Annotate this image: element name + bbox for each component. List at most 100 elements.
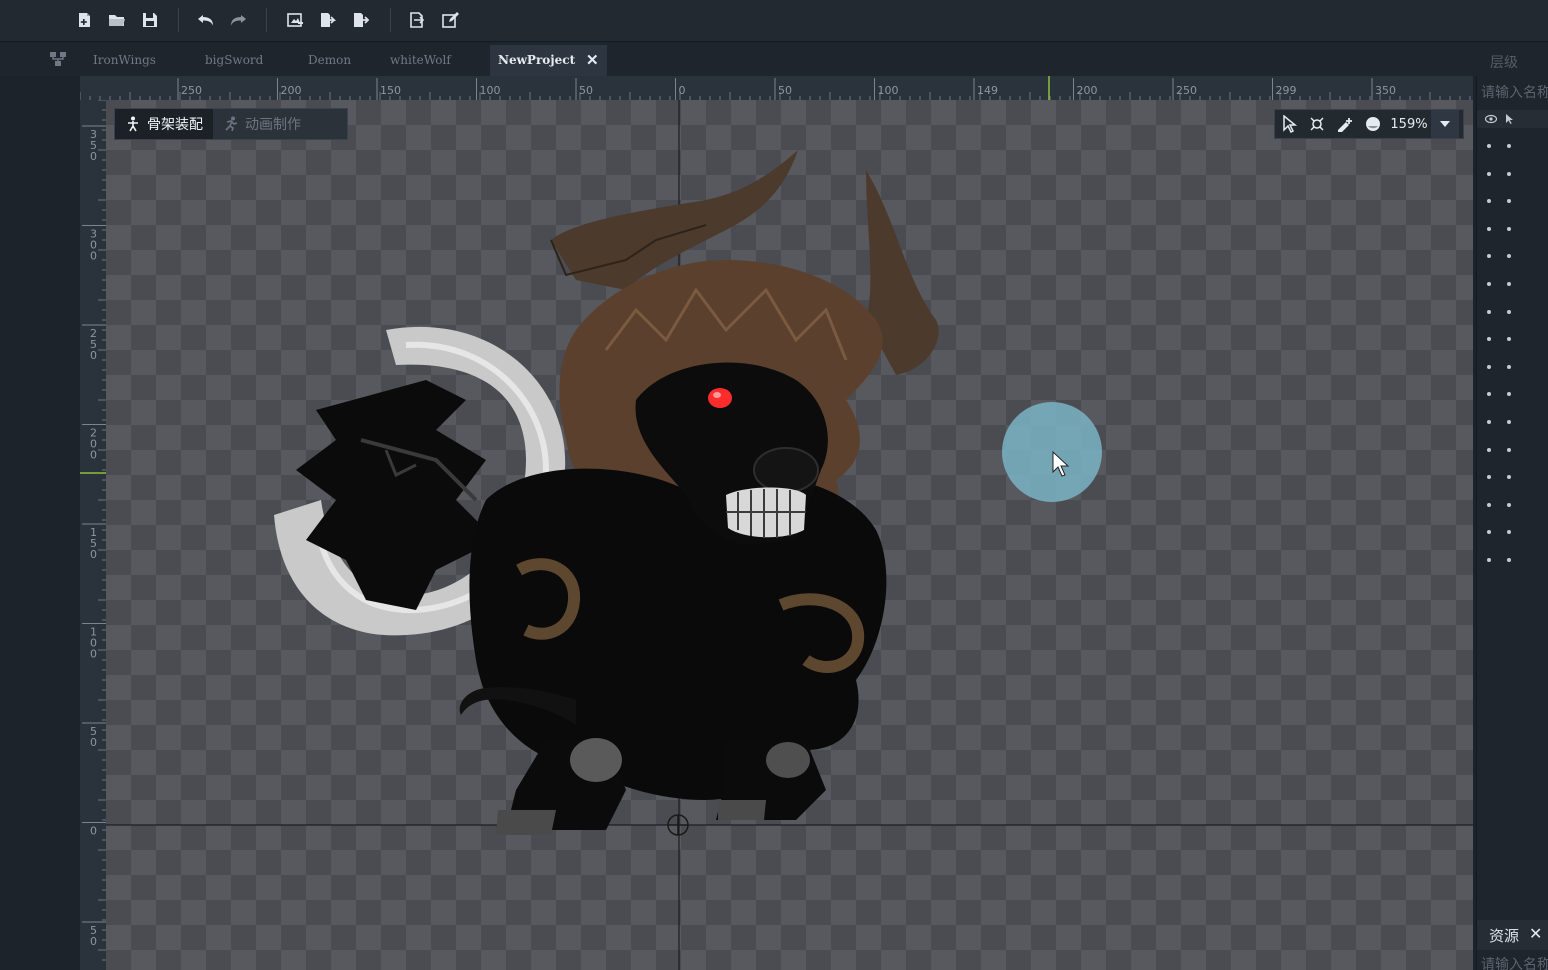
stage-canvas[interactable]: [106, 100, 1473, 970]
layer-toggle-dot[interactable]: [1487, 309, 1491, 314]
right-kneepad: [766, 742, 810, 778]
select-arrow-icon[interactable]: [1275, 110, 1303, 138]
layer-row[interactable]: [1477, 219, 1548, 239]
layer-toggle-dot[interactable]: [1487, 475, 1491, 480]
tab-close-icon[interactable]: ✕: [586, 45, 599, 76]
import-image-icon[interactable]: [284, 9, 306, 31]
layer-toggle-dot[interactable]: [1507, 447, 1511, 452]
layer-toggle-dot[interactable]: [1487, 420, 1491, 424]
redo-icon[interactable]: [227, 9, 249, 31]
layer-toggle-dot[interactable]: [1507, 337, 1511, 342]
layer-toggle-dot[interactable]: [1507, 392, 1511, 397]
layer-toggle-dot[interactable]: [1487, 171, 1491, 176]
h-ruler-label: 350: [1375, 84, 1396, 97]
export-folder-icon[interactable]: [350, 9, 372, 31]
layers-panel-title: 层级: [1490, 55, 1518, 71]
layer-row[interactable]: [1477, 412, 1548, 432]
visibility-eye-icon[interactable]: [1485, 114, 1497, 124]
zoom-dropdown-button[interactable]: [1431, 110, 1459, 138]
chevron-down-icon: [1440, 121, 1450, 127]
resources-panel-title: 资源: [1489, 927, 1520, 945]
add-bone-icon[interactable]: [1331, 110, 1359, 138]
animation-mode-label: 动画制作: [245, 117, 301, 133]
layer-toggle-dot[interactable]: [1507, 309, 1511, 314]
export-icon[interactable]: [406, 9, 428, 31]
layer-toggle-dot[interactable]: [1507, 475, 1511, 480]
tab-newproject[interactable]: NewProject ✕: [490, 45, 607, 76]
resource-search-input[interactable]: 请输入名称: [1481, 954, 1548, 970]
layer-toggle-dot[interactable]: [1507, 171, 1511, 176]
origin-crosshair-icon[interactable]: [667, 814, 689, 836]
layer-toggle-dot[interactable]: [1487, 364, 1491, 369]
app-window: IronWings bigSword Demon whiteWolf NewPr…: [0, 0, 1548, 970]
lock-pointer-icon[interactable]: [1505, 114, 1513, 124]
layer-toggle-dot[interactable]: [1507, 502, 1511, 507]
tab-bigsword[interactable]: bigSword: [205, 48, 263, 76]
layer-toggle-dot[interactable]: [1507, 558, 1511, 562]
h-ruler-label: 100: [878, 84, 899, 97]
layer-row[interactable]: [1477, 440, 1548, 460]
v-ruler-label: 0: [90, 548, 97, 561]
tab-whitewolf[interactable]: whiteWolf: [390, 48, 451, 76]
h-ruler-label: 150: [380, 84, 401, 97]
v-ruler-label: 0: [90, 150, 97, 163]
weight-sphere-icon[interactable]: [1359, 110, 1387, 138]
undo-icon[interactable]: [195, 9, 217, 31]
layer-toggle-dot[interactable]: [1487, 337, 1491, 342]
layer-row[interactable]: [1477, 302, 1548, 322]
skeleton-tree-icon[interactable]: [48, 50, 68, 68]
edit-icon[interactable]: [439, 9, 461, 31]
layer-row[interactable]: [1477, 357, 1548, 377]
h-ruler-label: 250: [181, 84, 202, 97]
layer-row[interactable]: [1477, 384, 1548, 404]
running-figure-icon: [225, 116, 238, 132]
layer-toggle-dot[interactable]: [1507, 420, 1511, 424]
layer-toggle-dot[interactable]: [1487, 226, 1491, 231]
tab-demon[interactable]: Demon: [308, 48, 351, 76]
layer-row[interactable]: [1477, 191, 1548, 211]
armature-mode-label: 骨架装配: [147, 117, 203, 133]
layer-row[interactable]: [1477, 136, 1548, 156]
layer-toggle-dot[interactable]: [1487, 144, 1491, 148]
animation-mode-button[interactable]: 动画制作: [213, 109, 311, 139]
save-icon[interactable]: [139, 9, 161, 31]
layer-toggle-dot[interactable]: [1507, 144, 1511, 148]
open-folder-icon[interactable]: [106, 9, 128, 31]
layer-toggle-dot[interactable]: [1487, 254, 1491, 259]
layer-toggle-dot[interactable]: [1507, 254, 1511, 259]
layer-toggle-dot[interactable]: [1507, 364, 1511, 369]
layer-toggle-dot[interactable]: [1507, 282, 1511, 286]
layer-search-input[interactable]: 请输入名称: [1481, 82, 1548, 106]
layer-toggle-dot[interactable]: [1487, 199, 1491, 204]
layer-row[interactable]: [1477, 274, 1548, 294]
layer-toggle-dot[interactable]: [1487, 530, 1491, 535]
minotaur-character[interactable]: [274, 150, 939, 835]
layer-row[interactable]: [1477, 467, 1548, 487]
layer-toggle-dot[interactable]: [1487, 392, 1491, 397]
resources-close-icon[interactable]: ✕: [1529, 924, 1547, 944]
red-eye: [708, 388, 732, 408]
new-project-icon[interactable]: [74, 9, 96, 31]
armature-figure-icon: [128, 116, 138, 132]
armature-mode-button[interactable]: 骨架装配: [115, 109, 213, 139]
layer-row[interactable]: [1477, 550, 1548, 570]
resources-panel-header: 资源 ✕: [1477, 920, 1548, 950]
left-side-strip: [0, 76, 78, 970]
layer-toggle-dot[interactable]: [1507, 199, 1511, 204]
layer-toggle-dot[interactable]: [1507, 530, 1511, 535]
layer-toggle-dot[interactable]: [1487, 502, 1491, 507]
layer-toggle-dot[interactable]: [1507, 226, 1511, 231]
tab-ironwings[interactable]: IronWings: [93, 48, 156, 76]
layer-row[interactable]: [1477, 164, 1548, 184]
layer-row[interactable]: [1477, 495, 1548, 515]
bone-transform-icon[interactable]: [1303, 110, 1331, 138]
layer-row[interactable]: [1477, 246, 1548, 266]
layer-row[interactable]: [1477, 329, 1548, 349]
layer-row[interactable]: [1477, 522, 1548, 542]
left-kneepad: [570, 738, 622, 782]
layer-toggle-dot[interactable]: [1487, 447, 1491, 452]
import-folder-icon[interactable]: [317, 9, 339, 31]
zoom-level[interactable]: 159%: [1387, 117, 1431, 132]
layer-toggle-dot[interactable]: [1487, 558, 1491, 562]
layer-toggle-dot[interactable]: [1487, 282, 1491, 286]
